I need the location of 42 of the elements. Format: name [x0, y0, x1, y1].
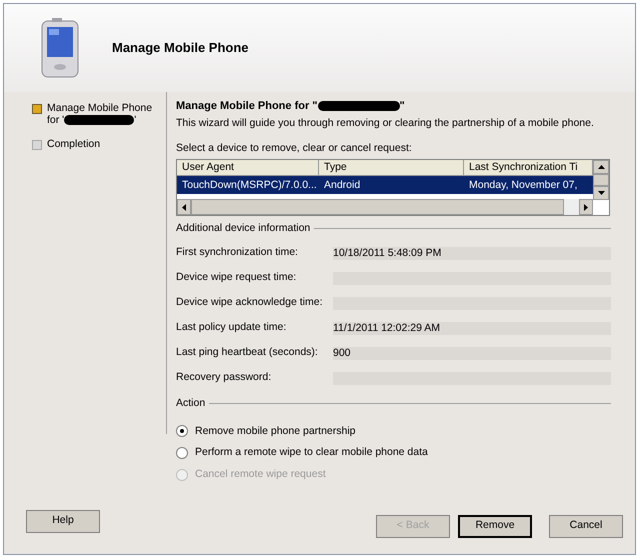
table-row[interactable]: TouchDown(MSRPC)/7.0.0... Android Monday, November 07, — [177, 176, 593, 194]
step-label[interactable]: Completion — [47, 138, 100, 150]
scroll-left-icon[interactable] — [177, 199, 191, 215]
wizard-button[interactable]: Cancel — [549, 514, 623, 538]
table-cell-text: TouchDown(MSRPC)/7.0.0... — [181, 178, 318, 193]
table-cell-text: Android — [323, 178, 362, 193]
step-label[interactable]: Manage Mobile Phone — [47, 102, 152, 114]
table-cell-text: Monday, November 07, — [468, 178, 578, 193]
value-field: 11/1/2011 12:02:29 AM — [333, 322, 611, 335]
section-title: Action — [176, 396, 206, 411]
vertical-scrollbar[interactable] — [593, 160, 609, 200]
radio-label: Remove mobile phone partnership — [195, 424, 356, 438]
scroll-up-icon[interactable] — [593, 160, 609, 174]
radio-label: Cancel remote wipe request — [195, 467, 326, 482]
field-label: Recovery password: — [176, 370, 272, 386]
field-label: Last ping heartbeat (seconds): — [176, 345, 319, 360]
wizard-button[interactable]: Remove — [458, 514, 532, 538]
wizard-title: Manage Mobile Phone — [112, 39, 249, 58]
radio-label: Perform a remote wipe to clear mobile phone data — [195, 445, 428, 460]
column-header[interactable]: Last Synchronization Ti — [464, 160, 593, 176]
field-label: Device wipe request time: — [176, 270, 298, 286]
value-field: 10/18/2011 5:48:09 PM — [333, 246, 611, 260]
list-label: Select a device to remove, clear or cancel request: — [176, 141, 413, 156]
radio-button[interactable] — [176, 425, 188, 438]
scrollbar-thumb[interactable] — [593, 174, 609, 186]
scroll-down-icon[interactable] — [593, 186, 609, 200]
step-label: for ' — [47, 114, 64, 126]
field-label: First synchronization time: — [176, 245, 299, 260]
page-heading: Manage Mobile Phone for " — [176, 99, 318, 114]
field-label: Last policy update time: — [176, 320, 288, 336]
section-title: Additional device information — [176, 221, 310, 236]
scroll-right-icon[interactable] — [579, 199, 593, 215]
wizard-button[interactable]: Help — [26, 510, 100, 532]
page-heading: " — [400, 99, 405, 114]
column-header[interactable]: Type — [319, 160, 464, 176]
radio-button[interactable] — [176, 447, 188, 460]
intro-text: This wizard will guide you through removing or clearing the partnership of a mobile phone. — [176, 116, 595, 130]
column-header[interactable]: User Agent — [177, 160, 319, 176]
device-list[interactable]: User Agent Type Last Synchronization Ti TouchDown(MSRPC)/7.0.0... Android Monday, November 07, — [176, 159, 610, 216]
value-field: 900 — [333, 346, 611, 360]
step-label: ' — [134, 114, 136, 126]
field-label: Device wipe acknowledge time: — [176, 295, 324, 310]
